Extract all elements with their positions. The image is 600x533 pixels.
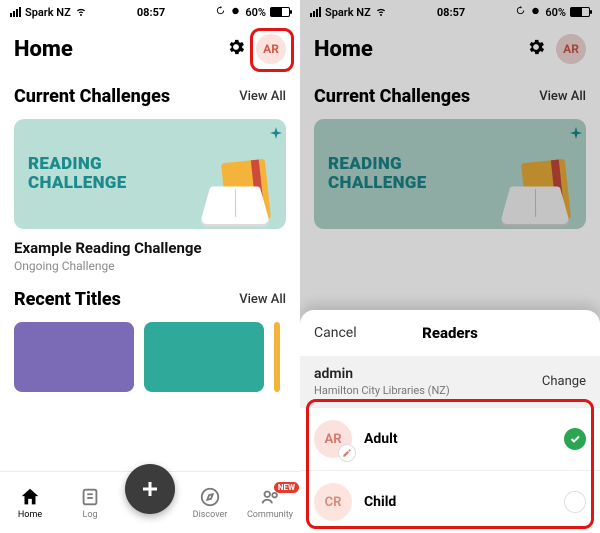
- recent-section-head: Recent Titles View All: [0, 273, 300, 318]
- challenge-card[interactable]: READING CHALLENGE: [14, 119, 286, 229]
- battery-percent: 60%: [245, 6, 266, 19]
- sparkle-icon: [270, 127, 282, 139]
- account-library: Hamilton City Libraries (NZ): [314, 384, 450, 397]
- carrier-label: Spark NZ: [25, 6, 71, 19]
- challenges-view-all[interactable]: View All: [239, 89, 286, 104]
- bottom-nav: Home Log Discover NEW Community: [0, 471, 300, 533]
- books-illustration: [224, 161, 268, 221]
- reader-initials: CR: [325, 495, 342, 510]
- challenge-title: Example Reading Challenge: [14, 239, 286, 257]
- status-bar: Spark NZ 08:57 60%: [0, 0, 300, 24]
- challenge-subtitle: Ongoing Challenge: [14, 259, 286, 273]
- account-row: admin Hamilton City Libraries (NZ) Chang…: [300, 356, 600, 407]
- new-badge: NEW: [274, 482, 299, 493]
- recent-tile[interactable]: [14, 322, 134, 392]
- nav-log[interactable]: Log: [65, 486, 115, 520]
- nav-discover[interactable]: Discover: [185, 486, 235, 520]
- challenge-banner-line1: READING: [28, 154, 102, 174]
- reader-initials: AR: [324, 432, 341, 447]
- challenges-section-head: Current Challenges View All: [0, 70, 300, 115]
- rotation-lock-icon: [215, 5, 226, 19]
- reader-row-child[interactable]: CR Child: [300, 470, 600, 533]
- cancel-button[interactable]: Cancel: [314, 325, 357, 341]
- alarm-icon: [230, 5, 241, 19]
- change-account-button[interactable]: Change: [542, 374, 586, 389]
- app-header: Home AR: [0, 24, 300, 70]
- readers-sheet: Cancel Readers admin Hamilton City Libra…: [300, 310, 600, 533]
- selected-check: [564, 428, 586, 450]
- challenges-heading: Current Challenges: [14, 86, 170, 107]
- nav-label: Community: [247, 510, 293, 520]
- plus-icon: [138, 477, 162, 501]
- recent-tile-edge: [274, 322, 280, 392]
- recent-tile[interactable]: [144, 322, 264, 392]
- reader-avatar: AR: [314, 420, 352, 458]
- signal-icon: [10, 7, 21, 17]
- log-icon: [79, 486, 101, 508]
- screen-home: Spark NZ 08:57 60% Home: [0, 0, 300, 533]
- reader-name: Child: [364, 494, 552, 510]
- reader-name: Adult: [364, 431, 552, 447]
- reader-avatar: CR: [314, 483, 352, 521]
- edit-reader-button[interactable]: [338, 444, 356, 462]
- nav-community[interactable]: NEW Community: [245, 486, 295, 520]
- nav-home[interactable]: Home: [5, 486, 55, 520]
- clock: 08:57: [137, 6, 165, 19]
- check-icon: [569, 433, 581, 445]
- compass-icon: [199, 486, 221, 508]
- sheet-header: Cancel Readers: [300, 310, 600, 356]
- challenge-banner-line2: CHALLENGE: [28, 173, 127, 193]
- wifi-icon: [75, 5, 87, 20]
- sheet-title: Readers: [422, 324, 478, 342]
- recent-tiles: [0, 318, 300, 392]
- unselected-radio[interactable]: [564, 491, 586, 513]
- recent-heading: Recent Titles: [14, 289, 121, 310]
- nav-label: Discover: [193, 510, 228, 520]
- profile-avatar[interactable]: AR: [256, 34, 286, 64]
- settings-button[interactable]: [226, 37, 246, 61]
- pencil-icon: [342, 448, 352, 458]
- nav-label: Log: [82, 510, 97, 520]
- nav-label: Home: [18, 510, 42, 520]
- add-button[interactable]: [125, 464, 175, 514]
- home-icon: [19, 486, 41, 508]
- battery-icon: [270, 7, 290, 17]
- challenge-meta: Example Reading Challenge Ongoing Challe…: [0, 237, 300, 273]
- recent-view-all[interactable]: View All: [239, 292, 286, 307]
- screen-readers-sheet: Spark NZ 08:57 60% Home AR Current Ch: [300, 0, 600, 533]
- account-name: admin: [314, 366, 450, 382]
- reader-row-adult[interactable]: AR Adult: [300, 407, 600, 470]
- page-title: Home: [14, 37, 73, 62]
